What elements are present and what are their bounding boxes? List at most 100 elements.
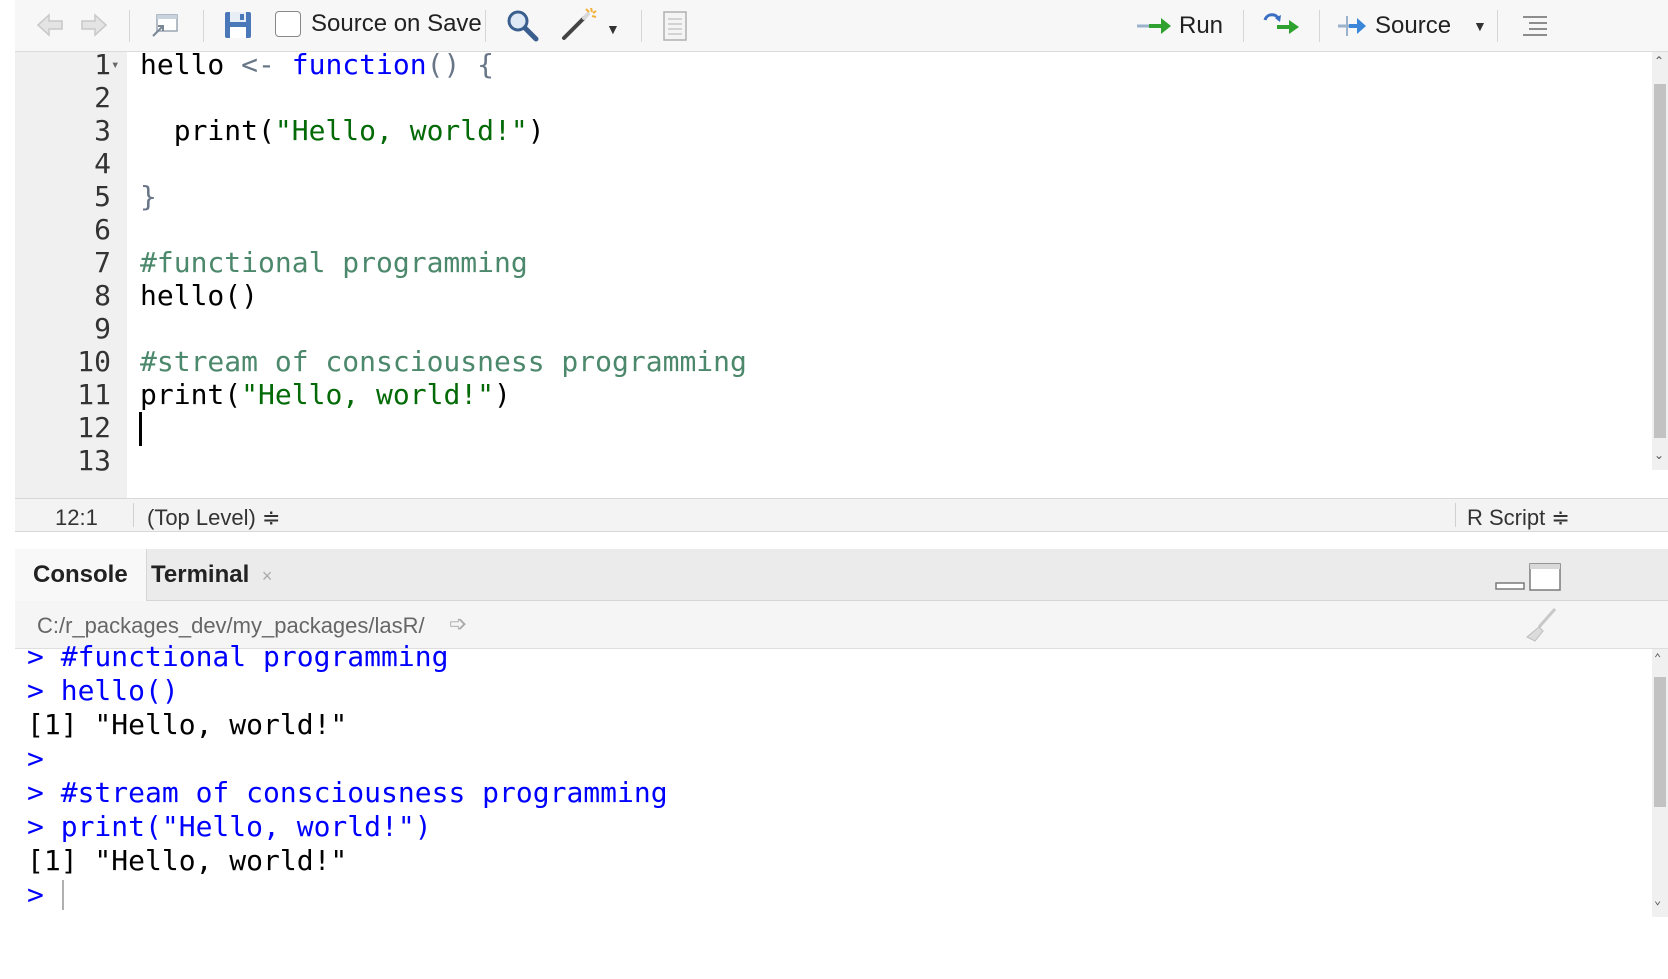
toolbar-divider [203,10,204,42]
working-directory-path[interactable]: C:/r_packages_dev/my_packages/lasR/ [37,613,425,639]
forward-button[interactable] [79,12,109,38]
maximize-button[interactable] [1529,563,1561,596]
code-line: hello() [140,279,258,313]
tab-terminal[interactable]: Terminal × [133,549,290,601]
console-prompt: > [27,810,44,843]
line-number: 3 [94,114,111,147]
tab-terminal-label: Terminal [151,561,250,588]
find-replace-button[interactable] [505,8,539,42]
code-token: #functional programming [140,246,528,279]
code-line: #functional programming [140,246,528,280]
show-in-new-window-button[interactable] [149,12,181,40]
console-scroll-thumb[interactable] [1654,677,1666,807]
back-button[interactable] [35,12,65,38]
rerun-icon [1263,13,1299,34]
scroll-up-icon[interactable]: ⌃ [1654,651,1661,665]
console-text: print("Hello, world!") [43,810,432,843]
toolbar-divider [1497,10,1498,42]
run-arrow-icon [1137,18,1171,34]
compile-report-button[interactable] [661,10,689,42]
scope-selector[interactable]: (Top Level) ≑ [147,505,280,531]
console-prompt: > [27,776,44,809]
magnifier-icon [507,10,539,42]
arrow-left-icon [36,13,63,37]
console-text: [1] "Hello, world!" [27,844,348,877]
code-tools-button[interactable]: ▼ [560,6,620,42]
toolbar-divider [1319,10,1320,42]
console-cursor [62,880,64,910]
file-type-selector[interactable]: R Script ≑ [1467,505,1570,531]
line-number: 10 [77,345,111,378]
source-button[interactable]: Source ▼ [1335,12,1487,40]
source-editor[interactable]: 1 2 3 4 5 6 7 8 9 10 11 12 13 ▾ hello <- function() {… [15,48,1668,498]
code-token: hello [140,48,242,81]
editor-scroll-thumb[interactable] [1654,84,1666,438]
scroll-down-icon[interactable]: ⌄ [1654,893,1661,907]
code-token: "Hello, world!" [241,378,495,411]
code-line: #stream of consciousness programming [140,345,747,379]
console-input-line: > #functional programming [27,639,448,675]
minimize-button[interactable] [1495,571,1525,596]
line-number: 4 [94,147,111,180]
console-text: hello() [43,674,179,707]
line-number: 9 [94,312,111,345]
console-input-line: > [27,877,61,913]
code-token: function [291,48,427,81]
console-text: #stream of consciousness programming [43,776,668,809]
code-line: print("Hello, world!") [140,378,511,412]
rerun-button[interactable] [1261,10,1303,38]
code-area[interactable]: hello <- function() { print("Hello, worl… [127,48,1662,498]
chevron-down-icon[interactable]: ▼ [606,21,620,37]
code-token: #stream of consciousness programming [140,345,747,378]
minimize-icon [1495,582,1525,590]
console-input-line: > #stream of consciousness programming [27,775,668,811]
statusbar-divider [1455,503,1456,527]
chevron-down-icon[interactable]: ▼ [1473,18,1487,34]
console-prompt: > [27,674,44,707]
console-tabbar: Console Terminal × [15,549,1668,601]
line-number: 13 [77,444,111,477]
source-on-save-toggle[interactable]: Source on Save [275,10,482,38]
line-number: 12 [77,411,111,444]
console-scrollbar[interactable]: ⌃ ⌄ [1652,649,1668,917]
console-output-line: [1] "Hello, world!" [27,707,347,743]
code-token: () { [426,48,495,81]
fold-toggle-icon[interactable]: ▾ [111,48,119,82]
line-number: 1 [94,48,111,81]
floppy-disk-icon [225,12,251,38]
close-icon[interactable]: × [262,566,273,586]
source-on-save-label: Source on Save [311,10,482,37]
document-outline-button[interactable] [1521,14,1549,38]
source-label: Source [1375,12,1452,39]
source-arrow-icon [1338,16,1366,36]
console-output-line: [1] "Hello, world!" [27,843,347,879]
run-button[interactable]: Run [1135,12,1223,40]
editor-scrollbar[interactable]: ⌃ ⌄ [1652,52,1668,470]
console-prompt: > [27,742,44,775]
line-number: 5 [94,180,111,213]
line-number-gutter: 1 2 3 4 5 6 7 8 9 10 11 12 13 ▾ [15,48,127,498]
magic-wand-icon [562,7,597,40]
code-token: <- [241,48,275,81]
tab-console[interactable]: Console [15,549,147,601]
clear-console-button[interactable] [1519,607,1559,649]
line-number: 8 [94,279,111,312]
console-output[interactable]: ⌃ ⌄ > #functional programming > hello() [1… [15,640,1668,979]
console-prompt: > [27,878,44,911]
rstudio-window: Source on Save ▼ Run Source ▼ 1 2 3 4 5 … [15,0,1668,979]
toolbar-divider [485,10,486,42]
broom-icon [1526,608,1557,642]
goto-dir-icon[interactable]: ➩ [449,611,467,637]
outline-icon [1523,16,1547,36]
scroll-down-icon[interactable]: ⌄ [1654,448,1664,462]
line-number: 11 [77,378,111,411]
code-token: hello() [140,279,259,312]
save-button[interactable] [223,10,253,40]
scroll-up-icon[interactable]: ⌃ [1654,54,1664,68]
cursor-position: 12:1 [55,505,98,530]
code-token: print( [140,114,275,147]
arrow-right-icon [81,13,108,37]
source-on-save-checkbox[interactable] [275,11,301,37]
